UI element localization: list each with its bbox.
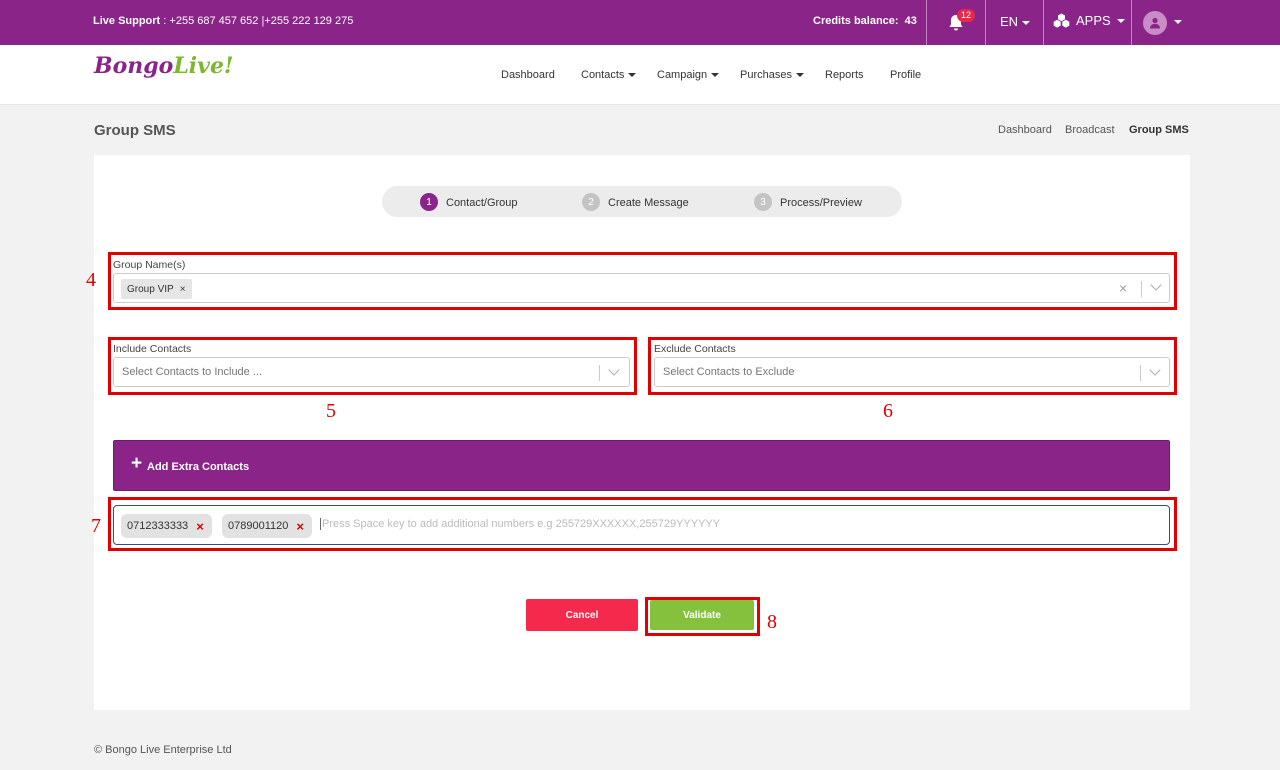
divider: [1141, 281, 1142, 297]
annotation-number: 6: [883, 400, 893, 422]
support-numbers: : +255 687 457 652 |+255 222 129 275: [163, 15, 354, 27]
page-title: Group SMS: [94, 122, 176, 139]
selected-group-label: Group VIP: [127, 283, 174, 295]
credits-label: Credits balance:: [813, 15, 899, 27]
form-card: [94, 155, 1190, 710]
caret-down-icon: [628, 73, 637, 78]
selected-group-tag: Group VIP ×: [121, 279, 192, 299]
step-label: Process/Preview: [780, 196, 862, 209]
notification-badge: 12: [957, 9, 976, 22]
include-contacts-placeholder: Select Contacts to Include ...: [122, 366, 263, 378]
brand-part-2: Live!: [173, 53, 234, 79]
add-extra-contacts-label: Add Extra Contacts: [147, 461, 250, 473]
exclude-contacts-select[interactable]: Select Contacts to Exclude: [654, 357, 1170, 387]
validate-button[interactable]: Validate: [650, 600, 754, 630]
cancel-button[interactable]: Cancel: [526, 599, 638, 631]
annotation-number: 7: [91, 515, 101, 537]
divider: [1043, 0, 1044, 45]
annotation-number: 8: [767, 611, 777, 633]
nav-campaign[interactable]: Campaign: [657, 69, 720, 81]
add-extra-contacts-toggle[interactable]: + Add Extra Contacts: [113, 440, 1170, 491]
nav-profile[interactable]: Profile: [890, 69, 921, 81]
include-contacts-label: Include Contacts: [113, 343, 192, 355]
brand-logo[interactable]: BongoLive!: [94, 53, 234, 79]
apps-menu[interactable]: APPS: [1053, 13, 1125, 28]
nav-dashboard[interactable]: Dashboard: [501, 69, 555, 81]
group-name-select[interactable]: Group VIP × ×: [113, 273, 1170, 303]
caret-down-icon: [711, 73, 720, 78]
divider: [985, 0, 986, 45]
live-support: Live Support : +255 687 457 652 |+255 22…: [93, 15, 353, 27]
breadcrumb-current: Group SMS: [1129, 124, 1189, 136]
chevron-down-icon[interactable]: [1150, 279, 1162, 291]
exclude-contacts-placeholder: Select Contacts to Exclude: [663, 366, 795, 378]
breadcrumb-broadcast[interactable]: Broadcast: [1065, 124, 1115, 136]
nav-contacts[interactable]: Contacts: [581, 69, 637, 81]
close-icon[interactable]: ×: [1119, 280, 1127, 296]
exclude-contacts-label: Exclude Contacts: [654, 343, 736, 355]
nav-reports[interactable]: Reports: [825, 69, 864, 81]
credits-value: 43: [904, 15, 917, 27]
plus-icon: +: [131, 453, 143, 474]
caret-down-icon: [1022, 20, 1031, 25]
close-icon[interactable]: ×: [196, 519, 204, 534]
close-icon[interactable]: ×: [180, 284, 186, 295]
language-label: EN: [1000, 14, 1019, 29]
chevron-down-icon[interactable]: [1149, 364, 1161, 376]
group-name-label: Group Name(s): [113, 259, 186, 271]
credits-balance: Credits balance: 43: [813, 15, 917, 27]
avatar[interactable]: [1143, 11, 1167, 35]
main-navbar: BongoLive! Dashboard Contacts Campaign P…: [0, 45, 1280, 105]
include-contacts-select[interactable]: Select Contacts to Include ...: [113, 357, 630, 387]
nav-contacts-label: Contacts: [581, 69, 625, 81]
step-label: Contact/Group: [446, 196, 518, 209]
divider: [1140, 365, 1141, 381]
nav-purchases-label: Purchases: [740, 69, 792, 81]
divider: [926, 0, 927, 45]
caret-down-icon: [1116, 18, 1125, 23]
caret-down-icon[interactable]: [1174, 20, 1182, 24]
annotation-number: 5: [326, 400, 336, 422]
step-process-preview[interactable]: 3 Process/Preview: [754, 193, 862, 211]
step-number: 1: [420, 193, 438, 211]
divider: [599, 365, 600, 381]
breadcrumb-dashboard[interactable]: Dashboard: [998, 124, 1052, 136]
caret-down-icon: [795, 73, 804, 78]
step-create-message[interactable]: 2 Create Message: [582, 193, 689, 211]
number-tag-label: 0789001120: [228, 520, 289, 532]
apps-icon: [1053, 13, 1070, 28]
number-tag: 0712333333 ×: [121, 514, 212, 538]
extra-numbers-input[interactable]: 0712333333 × 0789001120 × Press Space ke…: [113, 505, 1170, 545]
extra-numbers-placeholder: Press Space key to add additional number…: [320, 518, 721, 530]
nav-campaign-label: Campaign: [657, 69, 708, 81]
step-number: 3: [754, 193, 772, 211]
top-bar: Live Support : +255 687 457 652 |+255 22…: [0, 0, 1280, 45]
wizard-stepper: 1 Contact/Group 2 Create Message 3 Proce…: [382, 186, 902, 217]
support-label: Live Support: [93, 15, 161, 27]
step-number: 2: [582, 193, 600, 211]
footer-copyright: © Bongo Live Enterprise Ltd: [94, 744, 232, 756]
chevron-down-icon[interactable]: [608, 364, 620, 376]
nav-purchases[interactable]: Purchases: [740, 69, 804, 81]
language-selector[interactable]: EN: [1000, 14, 1031, 29]
apps-label: APPS: [1076, 13, 1111, 28]
divider: [1131, 0, 1132, 45]
step-contact-group[interactable]: 1 Contact/Group: [420, 193, 518, 211]
number-tag-label: 0712333333: [127, 520, 189, 532]
annotation-number: 4: [86, 269, 96, 291]
close-icon[interactable]: ×: [296, 519, 304, 534]
step-label: Create Message: [608, 196, 689, 209]
brand-part-1: Bongo: [94, 53, 174, 79]
user-icon: [1150, 17, 1160, 29]
number-tag: 0789001120 ×: [222, 514, 312, 538]
